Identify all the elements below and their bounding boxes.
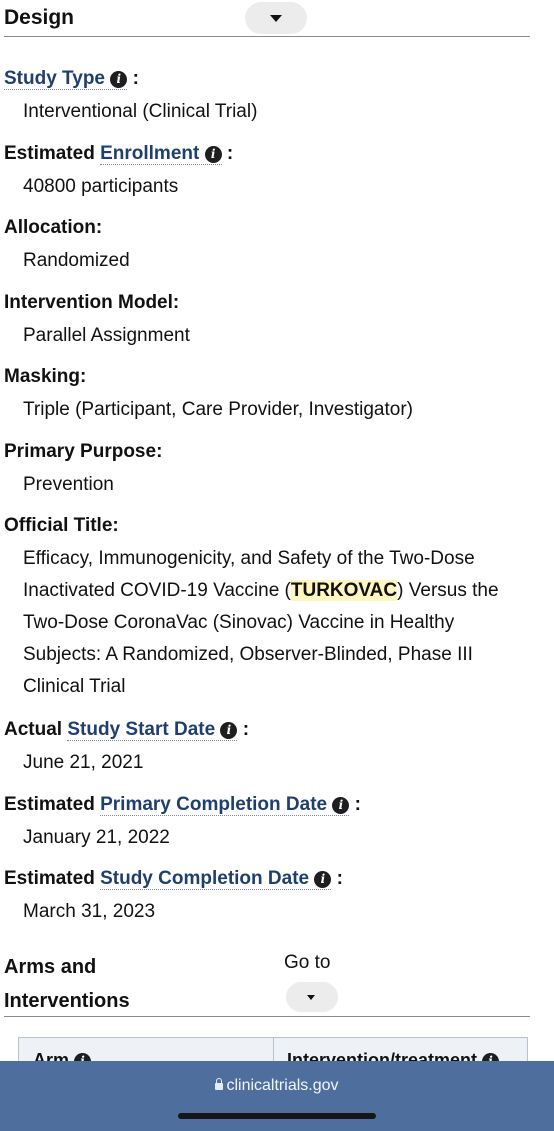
- enrollment-label-row: Estimated Enrollment i :: [4, 143, 234, 165]
- goto-label: Go to: [284, 952, 331, 973]
- info-icon[interactable]: i: [314, 871, 332, 888]
- allocation-field: Allocation: Randomized: [4, 215, 544, 277]
- intervention-model-field: Intervention Model: Parallel Assignment: [4, 290, 544, 352]
- section-divider: [4, 1016, 530, 1017]
- intervention-model-label: Intervention Model:: [4, 292, 180, 313]
- primary-purpose-field: Primary Purpose: Prevention: [4, 439, 544, 501]
- design-dropdown-button[interactable]: [245, 2, 307, 34]
- enrollment-field: Estimated Enrollment i : 40800 participa…: [4, 141, 544, 203]
- info-icon[interactable]: i: [204, 146, 222, 163]
- study-start-date-link[interactable]: Study Start Date i: [67, 719, 238, 741]
- study-start-date-field: Actual Study Start Date i : June 21, 202…: [4, 717, 544, 779]
- primary-purpose-value: Prevention: [23, 474, 114, 495]
- study-type-value: Interventional (Clinical Trial): [23, 101, 258, 122]
- study-completion-date-value: March 31, 2023: [23, 901, 156, 922]
- study-completion-date-label-row: Estimated Study Completion Date i :: [4, 868, 343, 890]
- enrollment-value: 40800 participants: [23, 176, 179, 197]
- primary-completion-date-link[interactable]: Primary Completion Date i: [100, 794, 350, 816]
- url-display[interactable]: clinicaltrials.gov: [0, 1077, 554, 1095]
- caret-down-icon: [270, 15, 282, 22]
- official-title-label: Official Title:: [4, 515, 119, 536]
- arms-section-title: Arms and Interventions: [4, 956, 130, 1012]
- masking-field: Masking: Triple (Participant, Care Provi…: [4, 364, 544, 426]
- allocation-label: Allocation:: [4, 217, 103, 238]
- study-type-label-row: Study Type i :: [4, 68, 139, 90]
- info-icon[interactable]: i: [110, 71, 128, 88]
- design-section-title: Design: [4, 6, 75, 29]
- study-completion-date-link[interactable]: Study Completion Date i: [100, 868, 332, 890]
- primary-completion-date-field: Estimated Primary Completion Date i : Ja…: [4, 792, 544, 854]
- browser-address-bar[interactable]: clinicaltrials.gov: [0, 1061, 554, 1131]
- primary-completion-date-value: January 21, 2022: [23, 827, 170, 848]
- primary-purpose-label: Primary Purpose:: [4, 441, 163, 462]
- official-title-field: Official Title: Efficacy, Immunogenicity…: [4, 513, 529, 703]
- masking-value: Triple (Participant, Care Provider, Inve…: [23, 399, 414, 420]
- goto-dropdown-button[interactable]: [286, 982, 338, 1012]
- caret-down-icon: [307, 995, 315, 1000]
- official-title-value: Efficacy, Immunogenicity, and Safety of …: [23, 548, 499, 697]
- study-start-date-label-row: Actual Study Start Date i :: [4, 719, 250, 741]
- primary-completion-date-label-row: Estimated Primary Completion Date i :: [4, 794, 361, 816]
- study-start-date-value: June 21, 2021: [23, 752, 144, 773]
- study-type-field: Study Type i : Interventional (Clinical …: [4, 66, 544, 128]
- home-indicator[interactable]: [178, 1113, 376, 1119]
- search-term-highlight: TURKOVAC: [290, 580, 398, 601]
- design-section-header: Design: [4, 2, 530, 37]
- intervention-model-value: Parallel Assignment: [23, 325, 190, 346]
- info-icon[interactable]: i: [220, 722, 238, 739]
- enrollment-link[interactable]: Enrollment i: [100, 143, 222, 165]
- allocation-value: Randomized: [23, 250, 130, 271]
- lock-icon: [215, 1078, 224, 1090]
- masking-label: Masking:: [4, 366, 87, 387]
- study-type-link[interactable]: Study Type i: [4, 68, 128, 90]
- info-icon[interactable]: i: [332, 797, 350, 814]
- study-completion-date-field: Estimated Study Completion Date i : Marc…: [4, 866, 544, 928]
